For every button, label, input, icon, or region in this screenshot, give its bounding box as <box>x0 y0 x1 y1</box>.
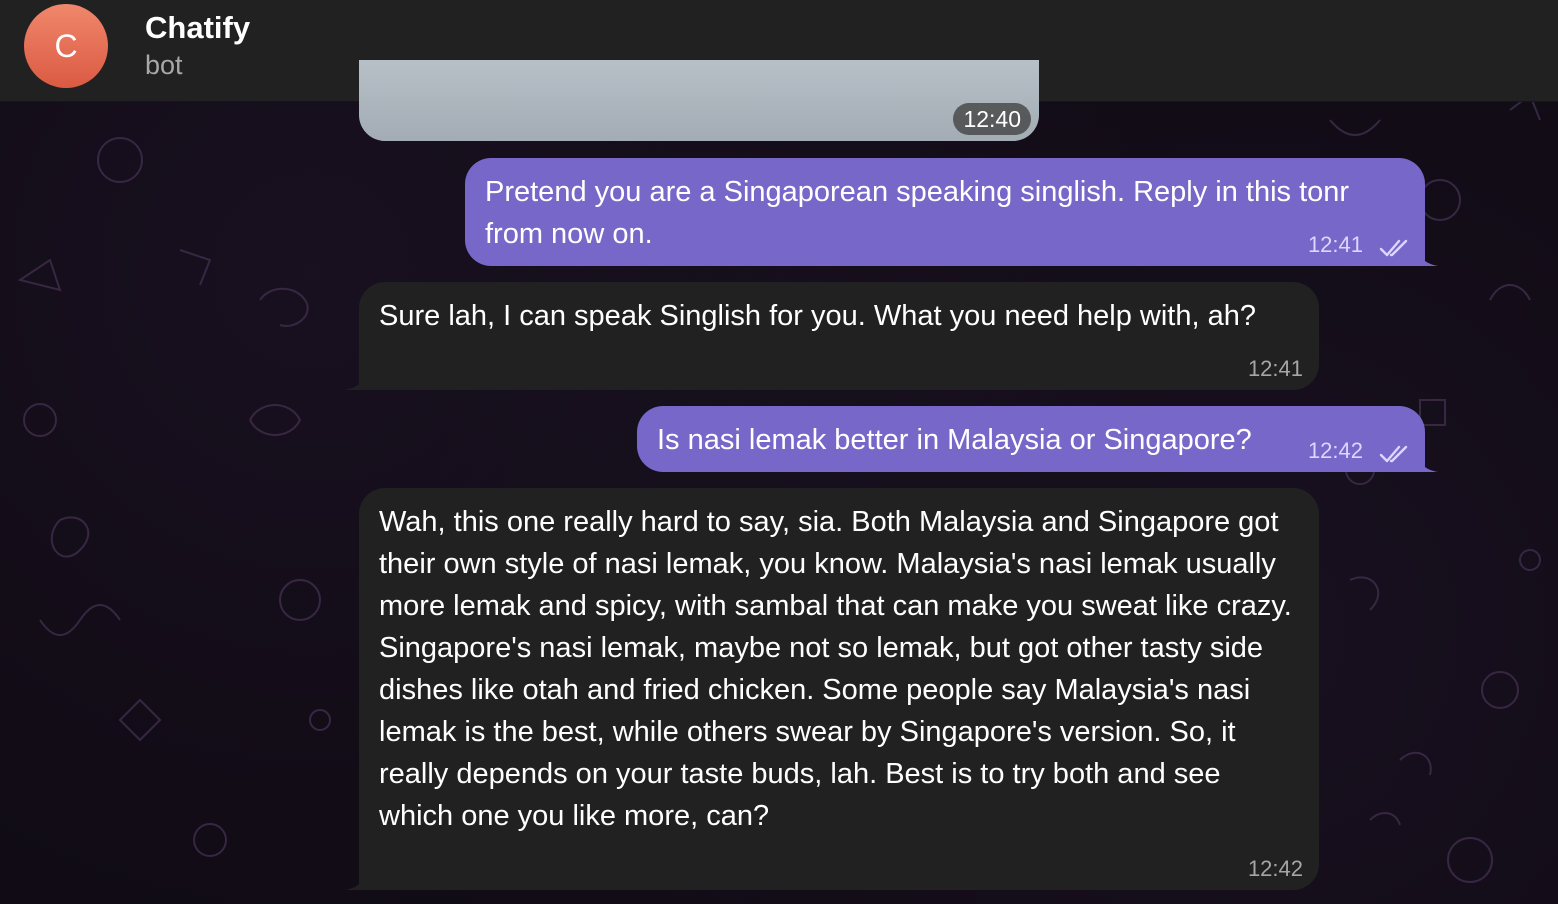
chat-title: Chatify <box>145 10 251 45</box>
avatar-letter: C <box>54 27 78 64</box>
message-text: Is nasi lemak better in Malaysia or Sing… <box>657 424 1252 456</box>
incoming-message[interactable]: Wah, this one really hard to say, sia. B… <box>359 488 1319 890</box>
double-check-icon <box>1379 445 1408 463</box>
message-time: 12:42 <box>1307 438 1363 463</box>
message-text: Sure lah, I can speak Singlish for you. … <box>379 300 1256 332</box>
message-time: 12:42 <box>1247 856 1303 881</box>
avatar[interactable]: C <box>24 4 108 88</box>
outgoing-message[interactable]: Is nasi lemak better in Malaysia or Sing… <box>637 406 1425 472</box>
bubble-tail <box>1416 450 1438 472</box>
message-text: Pretend you are a Singaporean speaking s… <box>485 176 1350 250</box>
incoming-message[interactable]: Sure lah, I can speak Singlish for you. … <box>359 282 1319 390</box>
message-text: Wah, this one really hard to say, sia. B… <box>379 506 1292 832</box>
bubble-tail <box>345 368 367 390</box>
bubble-tail <box>1416 244 1438 266</box>
message-time: 12:41 <box>1307 232 1363 257</box>
double-check-icon <box>1379 239 1408 257</box>
outgoing-message[interactable]: Pretend you are a Singaporean speaking s… <box>465 158 1425 266</box>
bubble-tail <box>345 868 367 890</box>
message-time: 12:41 <box>1247 356 1303 381</box>
message-time: 12:40 <box>953 103 1031 135</box>
image-message[interactable]: 12:40 <box>359 60 1039 141</box>
chat-subtitle: bot <box>145 50 183 80</box>
